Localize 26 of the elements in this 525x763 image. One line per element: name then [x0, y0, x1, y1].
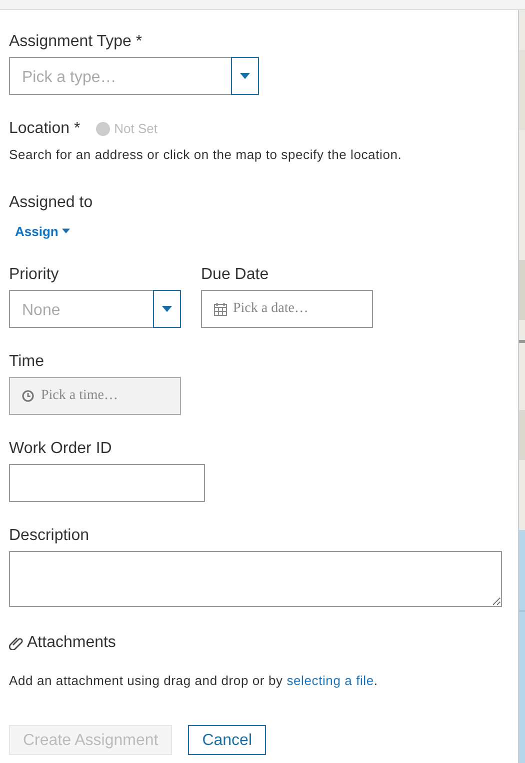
field-label: Assignment Type *	[9, 32, 142, 52]
date-field[interactable]: Pick a date…	[201, 290, 373, 328]
status-text: Not Set	[114, 120, 158, 138]
help-text: Search for an address or click on the map to specify the location.	[9, 146, 403, 164]
caret-icon	[162, 306, 172, 312]
field-label: Work Order ID	[9, 439, 112, 459]
description-field[interactable]	[9, 551, 502, 607]
caret-icon	[62, 228, 70, 234]
dropdown-button[interactable]	[153, 290, 181, 328]
field-label: Priority	[9, 265, 59, 285]
field-label: Assigned to	[9, 192, 93, 212]
assign-button[interactable]: Assign	[9, 222, 70, 241]
work-order-field[interactable]	[9, 464, 205, 502]
field-label: Location *	[9, 119, 80, 139]
attachment-hint: Add an attachment using drag and drop or by selecting a file.	[9, 672, 379, 690]
select-file-link[interactable]: selecting a file	[286, 673, 374, 688]
dropdown-button[interactable]	[231, 57, 259, 95]
clock-icon	[22, 390, 34, 402]
field-label: Time	[9, 352, 44, 372]
field-label: Due Date	[201, 265, 269, 285]
field-label: Attachments	[27, 633, 116, 653]
caret-icon	[240, 73, 250, 79]
calendar-icon	[214, 303, 227, 316]
paperclip-icon	[9, 636, 23, 650]
field-label: Description	[9, 526, 90, 546]
cancel-button[interactable]: Cancel	[188, 724, 266, 754]
